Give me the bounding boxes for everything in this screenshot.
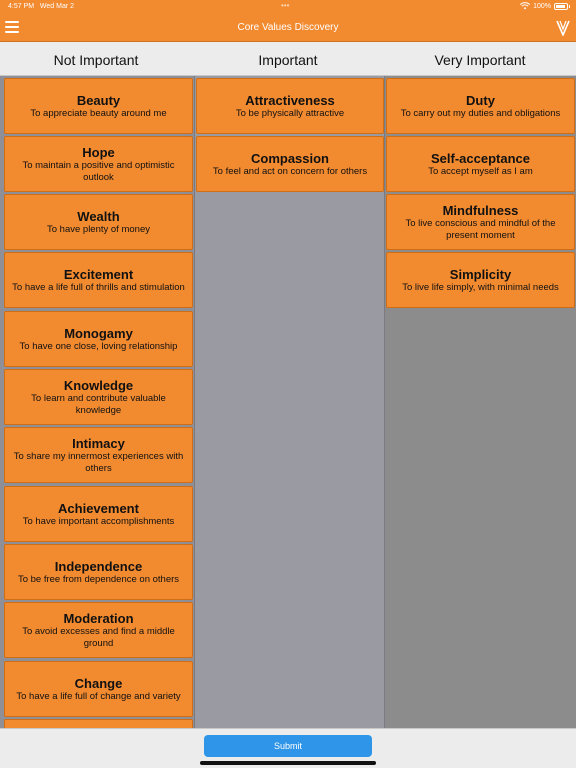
status-date: Wed Mar 2 xyxy=(39,3,75,10)
column-title-very-important: Very Important xyxy=(434,52,526,68)
card-description: To live life simply, with minimal needs xyxy=(402,281,559,293)
column-title-important: Important xyxy=(258,52,318,68)
card-description: To be free from dependence on others xyxy=(17,573,180,585)
value-card-duty[interactable]: Duty To carry out my duties and obligati… xyxy=(386,78,575,134)
card-description: To have one close, loving relationship xyxy=(19,340,178,352)
status-bar: 4:57 PM Wed Mar 2 ••• 100% xyxy=(0,0,576,14)
value-card-knowledge[interactable]: Knowledge To learn and contribute valuab… xyxy=(4,369,193,425)
bottom-bar: Submit xyxy=(0,728,576,768)
wifi-icon xyxy=(520,2,531,10)
card-title: Hope xyxy=(82,144,115,160)
card-title: Duty xyxy=(466,92,495,108)
value-card-simplicity[interactable]: Simplicity To live life simply, with min… xyxy=(386,252,575,308)
card-description: To share my innermost experiences with o… xyxy=(13,450,184,474)
value-card-change[interactable]: Change To have a life full of change and… xyxy=(4,661,193,717)
value-card-self-acceptance[interactable]: Self-acceptance To accept myself as I am xyxy=(386,136,575,192)
card-title: Excitement xyxy=(63,266,134,282)
card-description: To have a life full of change and variet… xyxy=(16,690,181,702)
card-title: Self-acceptance xyxy=(431,150,530,166)
card-title: Monogamy xyxy=(64,325,133,341)
column-title-not-important: Not Important xyxy=(53,52,139,68)
card-description: To appreciate beauty around me xyxy=(30,107,167,119)
value-card-moderation[interactable]: Moderation To avoid excesses and find a … xyxy=(4,602,193,658)
card-title: Independence xyxy=(54,558,143,574)
card-description: To have important accomplishments xyxy=(22,515,175,527)
value-card-mindfulness[interactable]: Mindfulness To live conscious and mindfu… xyxy=(386,194,575,250)
column-very-important[interactable]: Duty To carry out my duties and obligati… xyxy=(384,76,576,728)
value-card-independence[interactable]: Independence To be free from dependence … xyxy=(4,544,193,600)
card-description: To maintain a positive and optimistic ou… xyxy=(22,159,175,183)
page-title: Core Values Discovery xyxy=(237,22,339,33)
card-description: To be physically attractive xyxy=(235,107,345,119)
card-title: Compassion xyxy=(250,150,329,166)
multitask-dots[interactable]: ••• xyxy=(281,1,289,10)
card-title: Beauty xyxy=(76,92,121,108)
card-title: Moderation xyxy=(63,610,134,626)
nav-bar: Core Values Discovery xyxy=(0,14,576,42)
card-description: To accept myself as I am xyxy=(428,165,533,177)
value-card-hope[interactable]: Hope To maintain a positive and optimist… xyxy=(4,136,193,192)
card-title: Achievement xyxy=(58,500,139,516)
submit-button[interactable]: Submit xyxy=(204,735,372,757)
column-important[interactable]: Attractiveness To be physically attracti… xyxy=(194,76,384,728)
status-time: 4:57 PM Wed Mar 2 xyxy=(8,3,75,10)
battery-percent: 100% xyxy=(533,2,551,10)
value-card-excitement[interactable]: Excitement To have a life full of thrill… xyxy=(4,252,193,308)
value-card-achievement[interactable]: Achievement To have important accomplish… xyxy=(4,486,193,542)
column-not-important[interactable]: Beauty To appreciate beauty around me Ho… xyxy=(0,76,194,728)
home-indicator[interactable] xyxy=(200,761,376,765)
card-title: Attractiveness xyxy=(245,92,335,108)
battery-icon xyxy=(554,2,570,10)
card-title: Knowledge xyxy=(63,377,134,393)
card-description: To have a life full of thrills and stimu… xyxy=(12,281,185,293)
value-card-beauty[interactable]: Beauty To appreciate beauty around me xyxy=(4,78,193,134)
value-card-compassion[interactable]: Compassion To feel and act on concern fo… xyxy=(196,136,384,192)
card-description: To carry out my duties and obligations xyxy=(400,107,561,119)
value-card-attractiveness[interactable]: Attractiveness To be physically attracti… xyxy=(196,78,384,134)
value-card-partial[interactable] xyxy=(4,719,193,728)
value-card-intimacy[interactable]: Intimacy To share my innermost experienc… xyxy=(4,427,193,483)
card-title: Change xyxy=(74,675,123,691)
card-title: Mindfulness xyxy=(442,202,519,218)
column-header-bar: Not Important Important Very Important xyxy=(0,42,576,76)
card-title: Intimacy xyxy=(72,435,125,451)
card-description: To feel and act on concern for others xyxy=(212,165,368,177)
card-description: To live conscious and mindful of the pre… xyxy=(405,217,556,241)
value-card-wealth[interactable]: Wealth To have plenty of money xyxy=(4,194,193,250)
card-description: To have plenty of money xyxy=(47,223,150,235)
v-logo-icon[interactable] xyxy=(556,20,570,36)
card-description: To learn and contribute valuable knowled… xyxy=(31,392,166,416)
card-title: Simplicity xyxy=(449,266,512,282)
status-right: 100% xyxy=(520,2,570,10)
card-title: Wealth xyxy=(77,208,120,224)
value-card-monogamy[interactable]: Monogamy To have one close, loving relat… xyxy=(4,311,193,367)
card-description: To avoid excesses and find a middle grou… xyxy=(22,625,175,649)
